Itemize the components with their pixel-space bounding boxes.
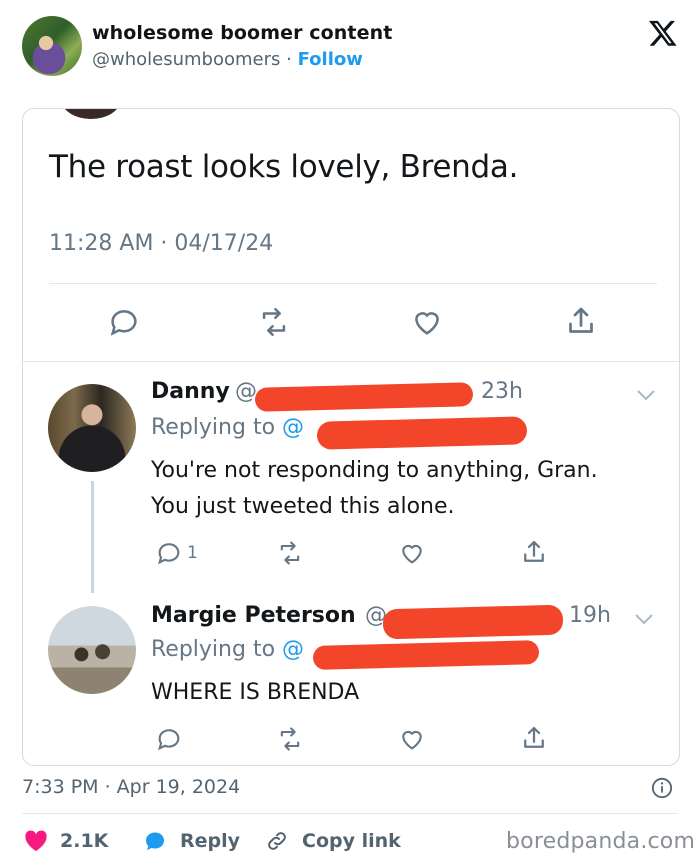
retweet-icon[interactable] [275, 725, 305, 753]
divider [49, 283, 657, 284]
retweet-icon[interactable] [255, 305, 293, 339]
like-icon[interactable] [409, 305, 445, 339]
account-handle[interactable]: @wholesumboomers [92, 49, 280, 70]
reply-icon[interactable] [155, 725, 183, 753]
main-tweet-timestamp: 11:28 AM · 04/17/24 [49, 231, 274, 256]
like-icon[interactable] [397, 539, 427, 567]
replying-to-line: Replying to @ [151, 637, 304, 662]
tweet-timestamp[interactable]: 7:33 PM · Apr 19, 2024 [22, 776, 240, 798]
info-icon[interactable] [651, 777, 673, 799]
reply-time[interactable]: 19h [569, 603, 611, 628]
watermark: boredpanda.com [506, 829, 696, 854]
main-tweet-text: The roast looks lovely, Brenda. [49, 149, 519, 185]
separator-dot: · [286, 49, 292, 70]
reply-text-line: You just tweeted this alone. [151, 494, 455, 519]
redaction-mark [316, 416, 528, 450]
reply-icon[interactable] [155, 539, 183, 567]
account-name[interactable]: wholesome boomer content [92, 22, 392, 44]
like-icon[interactable] [397, 725, 427, 753]
share-icon[interactable] [519, 537, 549, 567]
reply-text: You're not responding to anything, Gran.… [151, 453, 598, 525]
replying-to-line: Replying to @ [151, 415, 304, 440]
reply-icon[interactable] [107, 305, 141, 339]
reply-author-name[interactable]: Margie Peterson [151, 603, 356, 628]
tweet-header: wholesome boomer content @wholesumboomer… [0, 0, 700, 100]
divider [23, 361, 679, 362]
account-avatar[interactable] [22, 16, 82, 76]
replying-to-mention[interactable]: @ [282, 415, 304, 440]
reply-text: WHERE IS BRENDA [151, 675, 359, 711]
reply-bubble-icon [146, 832, 164, 850]
divider [22, 813, 678, 814]
reply-text-line: WHERE IS BRENDA [151, 680, 360, 705]
chevron-down-icon[interactable] [635, 387, 657, 403]
reply-count: 1 [187, 543, 198, 563]
redaction-mark [382, 604, 564, 640]
reply-author-handle[interactable]: @ [235, 379, 257, 404]
thread-line [91, 481, 94, 593]
reply-time[interactable]: 23h [481, 379, 523, 404]
embedded-screenshot: The roast looks lovely, Brenda. 11:28 AM… [22, 108, 680, 766]
heart-icon [25, 830, 47, 851]
chevron-down-icon[interactable] [633, 611, 655, 627]
retweet-icon[interactable] [275, 539, 305, 567]
like-action[interactable]: 2.1K [24, 826, 108, 856]
replying-to-mention[interactable]: @ [282, 637, 304, 662]
reply-label: Reply [180, 830, 241, 852]
share-icon[interactable] [519, 723, 549, 753]
reply-text-line: You're not responding to anything, Gran. [151, 458, 598, 483]
copy-link-action[interactable]: Copy link [264, 826, 401, 856]
account-handle-row: @wholesumboomers · Follow [92, 49, 363, 70]
share-icon[interactable] [563, 303, 599, 339]
replying-to-label: Replying to [151, 637, 276, 662]
copy-link-label: Copy link [302, 830, 401, 852]
reply-avatar-margie[interactable] [48, 606, 136, 694]
reply-avatar-danny[interactable] [48, 384, 136, 472]
redaction-mark [254, 382, 474, 412]
x-logo-icon[interactable] [648, 18, 678, 48]
cropped-avatar [61, 109, 121, 119]
like-count: 2.1K [60, 830, 109, 852]
reply-action[interactable]: Reply [142, 826, 240, 856]
replying-to-label: Replying to [151, 415, 276, 440]
reply-author-name[interactable]: Danny [151, 379, 230, 404]
link-icon [268, 832, 286, 850]
follow-button[interactable]: Follow [298, 49, 363, 70]
redaction-mark [312, 640, 540, 670]
